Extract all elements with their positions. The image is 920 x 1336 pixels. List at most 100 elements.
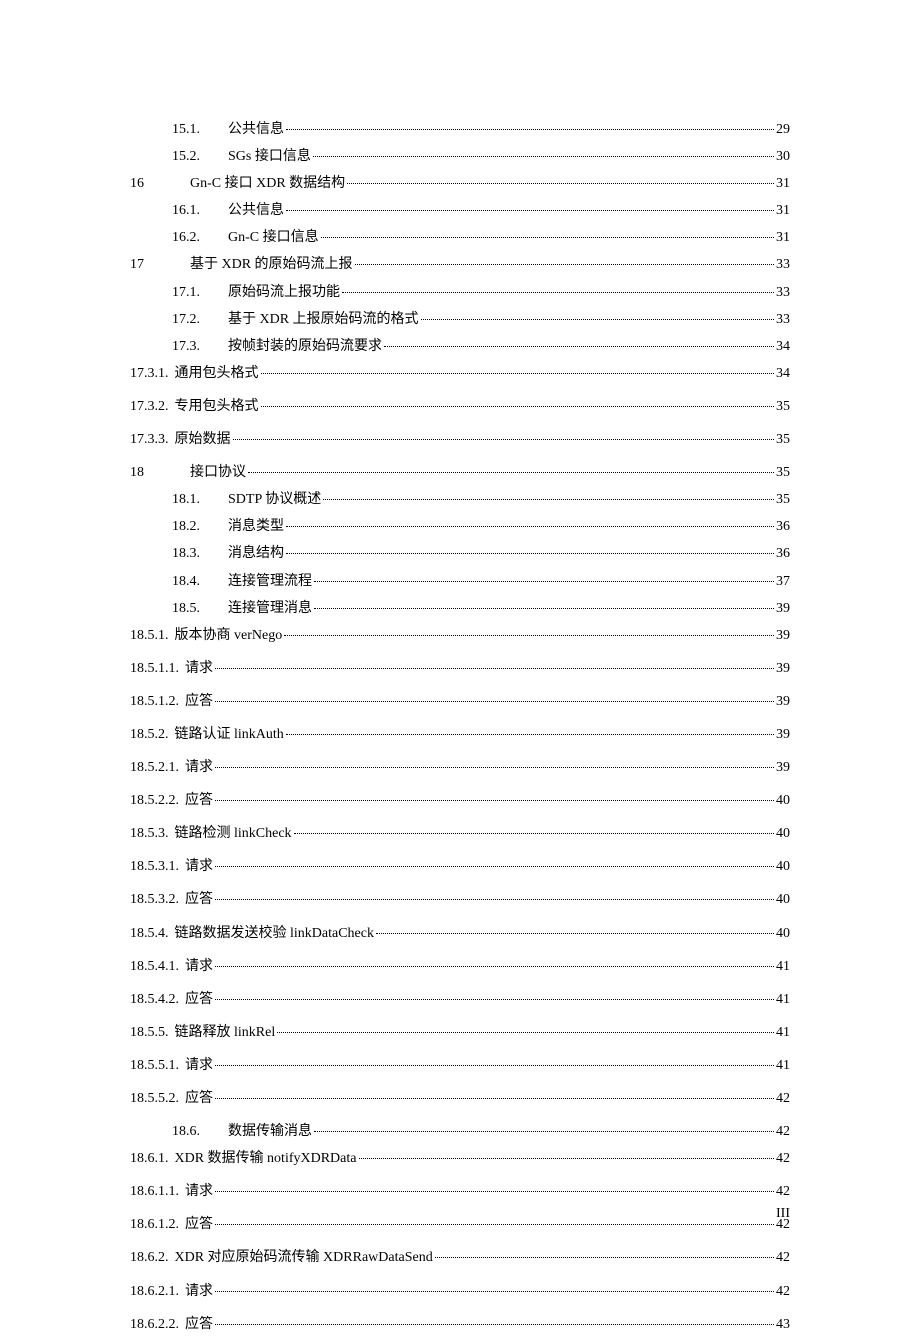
toc-page-number: 42 [776,1280,790,1303]
toc-title: 按帧封装的原始码流要求 [228,335,382,358]
toc-title: 链路释放 linkRel [175,1021,276,1044]
toc-number: 16.2. [172,226,200,249]
toc-leader-dots [286,544,774,555]
toc-title: 请求 [185,657,213,680]
toc-page-number: 37 [776,570,790,593]
toc-leader-dots [215,757,774,768]
toc-number: 18.2. [172,515,200,538]
toc-entry: 17.3.1. 通用包头格式 34 [130,362,790,385]
toc-title: 请求 [185,1280,213,1303]
toc-number: 15.1. [172,118,200,141]
toc-leader-dots [314,571,774,582]
toc-title: SGs 接口信息 [228,145,311,168]
toc-leader-dots [355,255,774,266]
toc-leader-dots [284,625,774,636]
toc-title: 数据传输消息 [228,1120,312,1143]
toc-title: 请求 [185,955,213,978]
toc-entry: 18.6.1. XDR 数据传输 notifyXDRData 42 [130,1147,790,1170]
toc-leader-dots [215,790,774,801]
toc-title: 基于 XDR 的原始码流上报 [190,253,353,276]
toc-page-number: 41 [776,1021,790,1044]
toc-entry: 16.1.公共信息31 [130,199,790,222]
toc-entry: 18.5. 连接管理消息 39 [130,597,790,620]
toc-title: 请求 [185,855,213,878]
toc-number: 16.1. [172,199,200,222]
toc-page-number: 31 [776,199,790,222]
toc-leader-dots [215,1181,774,1192]
toc-entry: 18.5.1.1.请求39 [130,657,790,680]
toc-entry: 18.5.2.2.应答40 [130,789,790,812]
toc-number: 18.4. [172,570,200,593]
toc-entry: 17.3.2.专用包头格式35 [130,395,790,418]
toc-title: 原始码流上报功能 [228,281,340,304]
toc-leader-dots [215,956,774,967]
toc-page-number: 29 [776,118,790,141]
toc-page-number: 42 [776,1087,790,1110]
toc-page-number: 36 [776,542,790,565]
toc-page-number: 35 [776,395,790,418]
toc-leader-dots [277,1022,774,1033]
toc-title: 通用包头格式 [175,362,259,385]
toc-page: 15.1.公共信息2915.2.SGs 接口信息3016Gn-C 接口 XDR … [0,0,920,1336]
toc-leader-dots [215,1055,774,1066]
toc-list: 15.1.公共信息2915.2.SGs 接口信息3016Gn-C 接口 XDR … [130,118,790,1336]
toc-leader-dots [215,890,774,901]
toc-page-number: 41 [776,955,790,978]
toc-leader-dots [261,396,775,407]
toc-title: 链路数据发送校验 linkDataCheck [175,922,374,945]
toc-number: 18.5.2.2. [130,789,179,812]
toc-page-number: 39 [776,597,790,620]
toc-number: 18.5.5. [130,1021,169,1044]
toc-page-number: 33 [776,253,790,276]
toc-page-number: 39 [776,756,790,779]
toc-page-number: 42 [776,1147,790,1170]
toc-number: 17.3.1. [130,362,169,385]
toc-leader-dots [286,724,774,735]
toc-title: 版本协商 verNego [175,624,283,647]
toc-number: 18.6.1. [130,1147,169,1170]
toc-entry: 18.5.1.版本协商 verNego39 [130,624,790,647]
page-number: III [776,1206,790,1222]
toc-title: 连接管理流程 [228,570,312,593]
toc-title: 公共信息 [228,118,284,141]
toc-title: 应答 [185,1213,213,1236]
toc-number: 17 [130,253,144,276]
toc-entry: 17.2.基于 XDR 上报原始码流的格式33 [130,308,790,331]
toc-entry: 18.5.2.链路认证 linkAuth39 [130,723,790,746]
toc-number: 18.5.2. [130,723,169,746]
toc-entry: 18.6.1.2.应答42 [130,1213,790,1236]
toc-number: 18 [130,461,144,484]
toc-leader-dots [215,857,774,868]
toc-leader-dots [215,989,774,1000]
toc-number: 18.6.2.2. [130,1313,179,1336]
toc-number: 15.2. [172,145,200,168]
toc-page-number: 35 [776,428,790,451]
toc-entry: 18.5.5. 链路释放 linkRel 41 [130,1021,790,1044]
toc-title: XDR 数据传输 notifyXDRData [175,1147,357,1170]
toc-title: 消息类型 [228,515,284,538]
toc-number: 18.5.4.2. [130,988,179,1011]
toc-entry: 16Gn-C 接口 XDR 数据结构31 [130,172,790,195]
toc-title: Gn-C 接口 XDR 数据结构 [190,172,345,195]
toc-title: 应答 [185,690,213,713]
toc-page-number: 43 [776,1313,790,1336]
toc-number: 18.5. [172,597,200,620]
toc-leader-dots [314,598,774,609]
toc-leader-dots [313,146,774,157]
toc-page-number: 34 [776,362,790,385]
toc-title: XDR 对应原始码流传输 XDRRawDataSend [175,1246,433,1269]
toc-number: 18.6.1.1. [130,1180,179,1203]
toc-page-number: 40 [776,822,790,845]
toc-entry: 18.6.2.2.应答43 [130,1313,790,1336]
toc-entry: 18.5.2.1.请求39 [130,756,790,779]
toc-entry: 18.3.消息结构36 [130,542,790,565]
toc-leader-dots [215,1215,774,1226]
toc-entry: 18.5.5.2.应答42 [130,1087,790,1110]
toc-title: 链路检测 linkCheck [175,822,292,845]
toc-title: 连接管理消息 [228,597,312,620]
toc-title: 链路认证 linkAuth [175,723,284,746]
toc-page-number: 42 [776,1246,790,1269]
toc-entry: 18.2.消息类型36 [130,515,790,538]
toc-entry: 17.3.3.原始数据35 [130,428,790,451]
toc-page-number: 41 [776,1054,790,1077]
